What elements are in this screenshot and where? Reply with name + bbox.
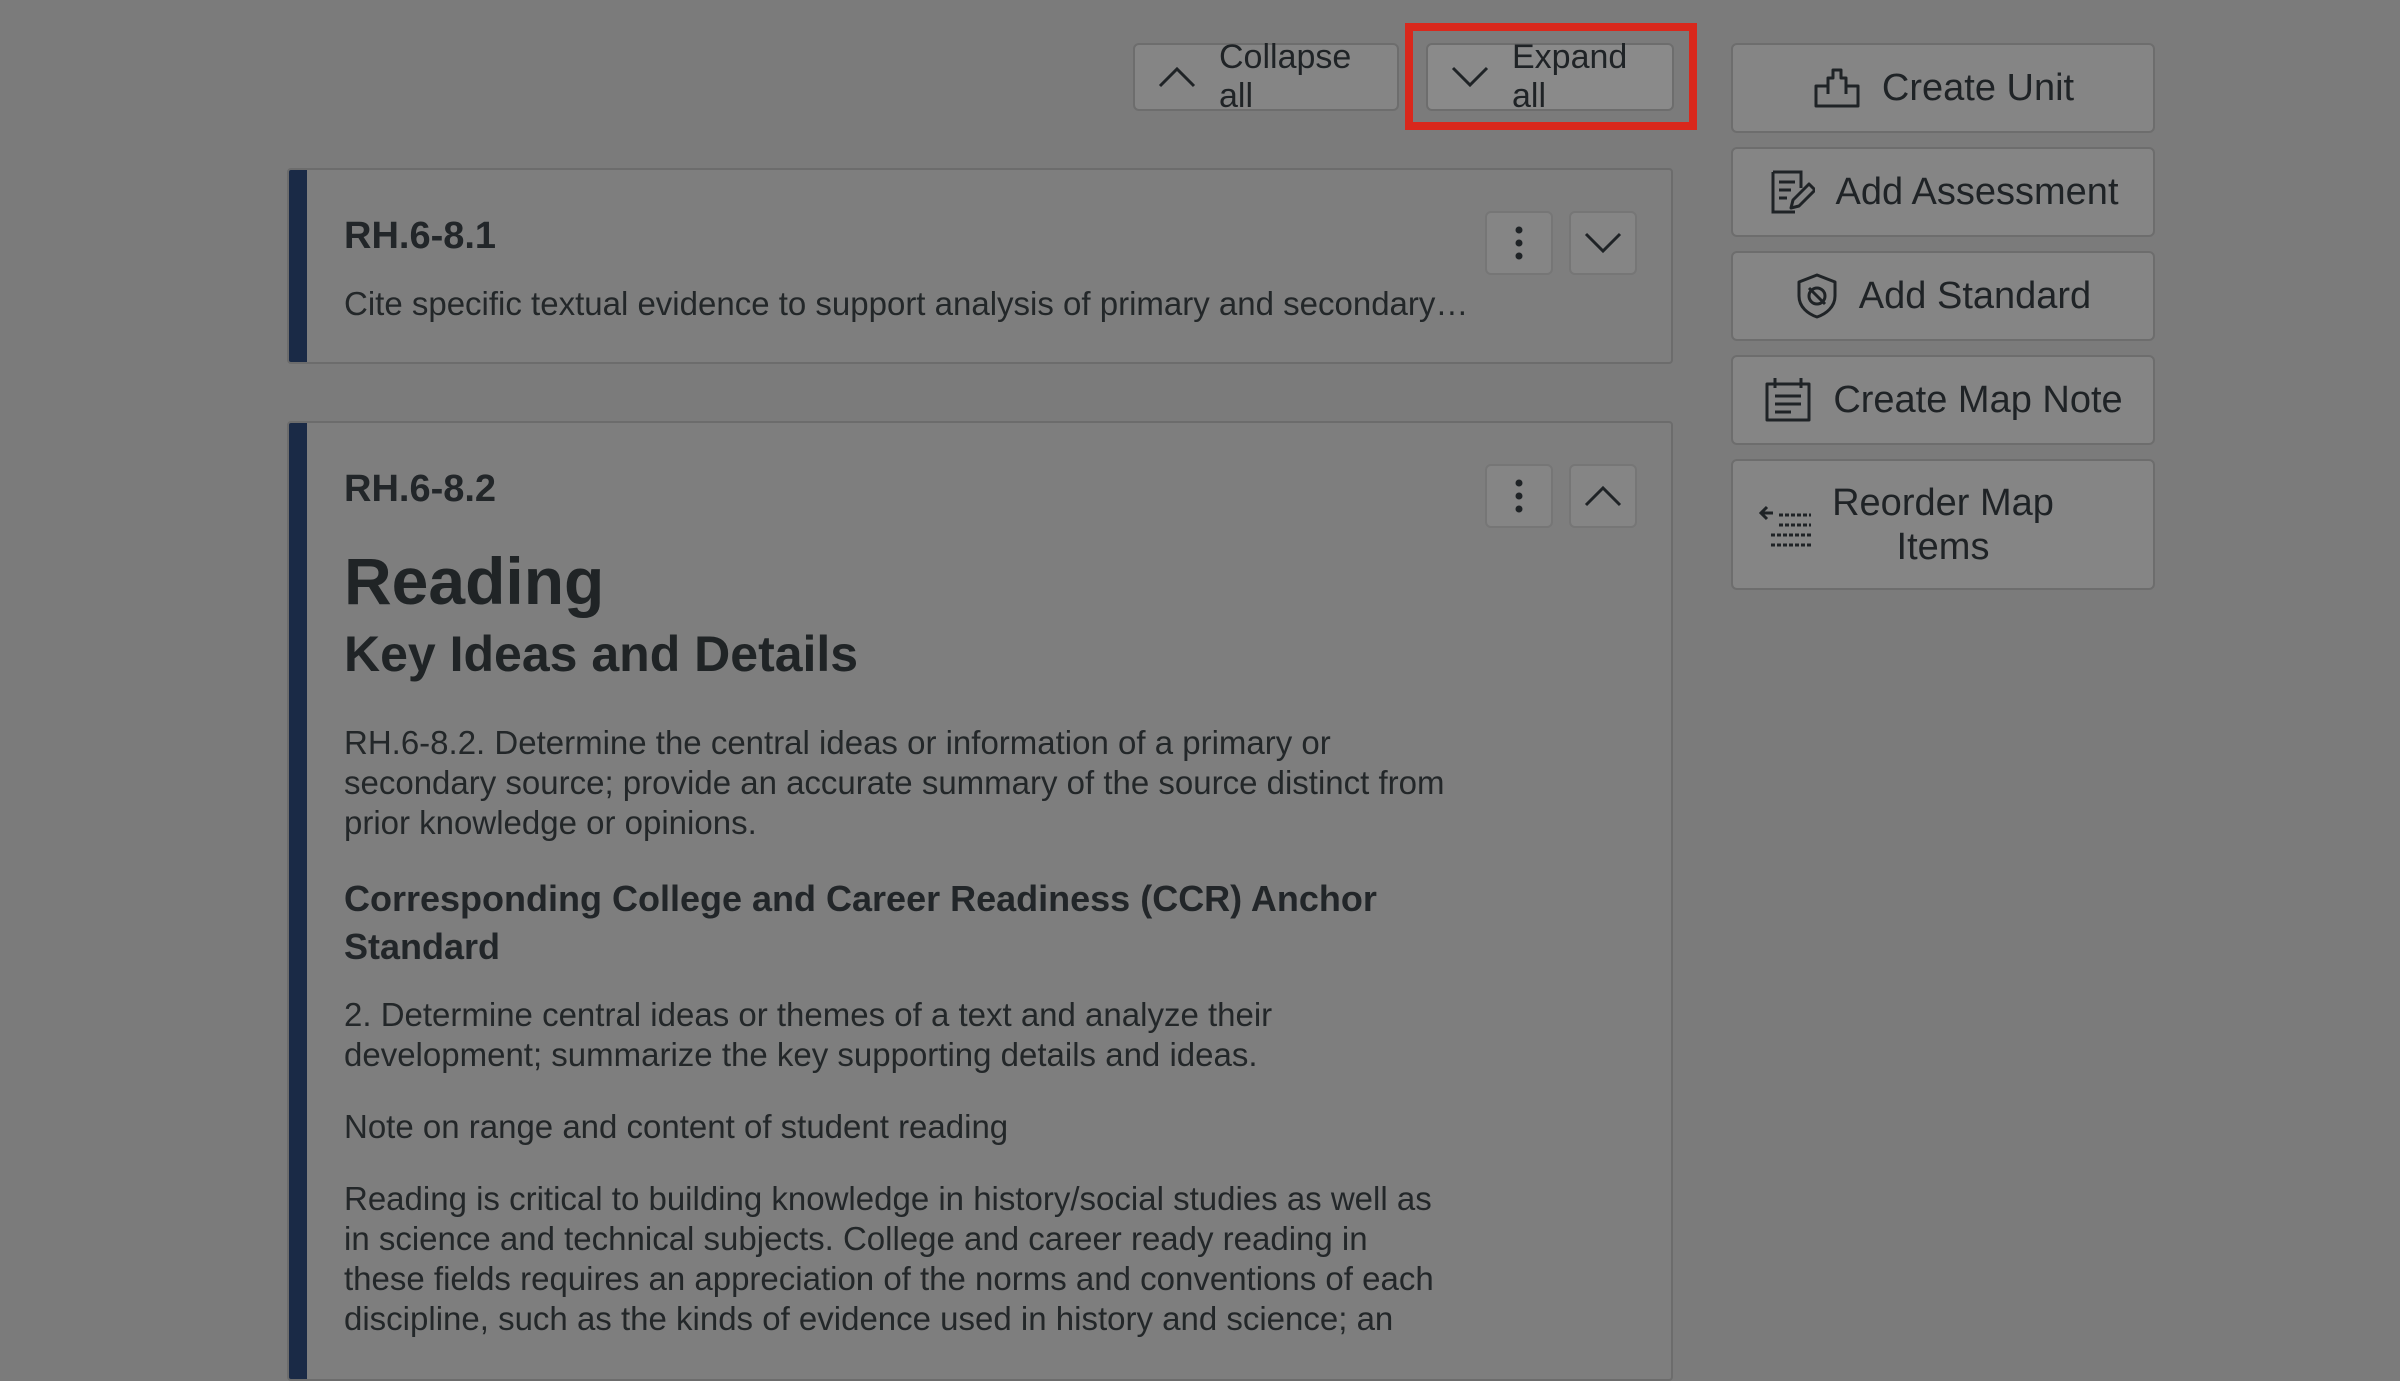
collapse-all-label: Collapse all — [1219, 38, 1352, 115]
kebab-menu-icon — [1514, 225, 1524, 261]
reorder-map-items-label: Reorder Map Items — [1832, 481, 2054, 568]
reorder-map-items-button[interactable]: Reorder Map Items — [1731, 459, 2155, 590]
standard-card: RH.6-8.1 Cite specific textual evidence … — [287, 168, 1673, 364]
cluster-heading: Key Ideas and Details — [344, 626, 859, 682]
chevron-up-icon — [1583, 484, 1623, 508]
reorder-icon — [1759, 505, 1813, 549]
chevron-up-icon — [1157, 65, 1197, 89]
create-map-note-button[interactable]: Create Map Note — [1731, 355, 2155, 445]
standard-icon — [1795, 272, 1839, 320]
create-map-note-label: Create Map Note — [1833, 378, 2123, 421]
standard-summary: Cite specific textual evidence to suppor… — [344, 285, 1469, 322]
card-menu-button[interactable] — [1485, 464, 1553, 528]
ccr-heading: Corresponding College and Career Readine… — [344, 878, 1377, 967]
ccr-text: 2. Determine central ideas or themes of … — [344, 996, 1273, 1073]
expand-all-label: Expand all — [1512, 38, 1628, 115]
standard-code: RH.6-8.1 — [344, 215, 497, 257]
note-title: Note on range and content of student rea… — [344, 1108, 1009, 1145]
create-unit-label: Create Unit — [1881, 66, 2075, 109]
collapse-card-button[interactable] — [1569, 464, 1637, 528]
chevron-down-icon — [1450, 65, 1490, 89]
add-standard-label: Add Standard — [1858, 274, 2092, 317]
create-unit-button[interactable]: Create Unit — [1731, 43, 2155, 133]
chevron-down-icon — [1583, 231, 1623, 255]
standard-code: RH.6-8.2 — [344, 468, 497, 510]
card-menu-button[interactable] — [1485, 211, 1553, 275]
strand-heading: Reading — [344, 544, 605, 618]
collapse-all-button[interactable]: Collapse all — [1133, 38, 1399, 115]
assessment-icon — [1767, 168, 1816, 216]
standard-card: RH.6-8.2 Reading Key Ideas and Details R… — [287, 421, 1673, 1381]
unit-icon — [1812, 66, 1862, 110]
expand-card-button[interactable] — [1569, 211, 1637, 275]
expand-all-button[interactable]: Expand all — [1426, 38, 1674, 115]
add-assessment-label: Add Assessment — [1835, 170, 2119, 213]
note-text: Reading is critical to building knowledg… — [344, 1180, 1434, 1337]
kebab-menu-icon — [1514, 478, 1524, 514]
add-assessment-button[interactable]: Add Assessment — [1731, 147, 2155, 237]
standard-details: Reading Key Ideas and Details RH.6-8.2. … — [344, 541, 1454, 1339]
map-note-icon — [1763, 376, 1813, 424]
add-standard-button[interactable]: Add Standard — [1731, 251, 2155, 341]
standard-description: RH.6-8.2. Determine the central ideas or… — [344, 724, 1445, 841]
